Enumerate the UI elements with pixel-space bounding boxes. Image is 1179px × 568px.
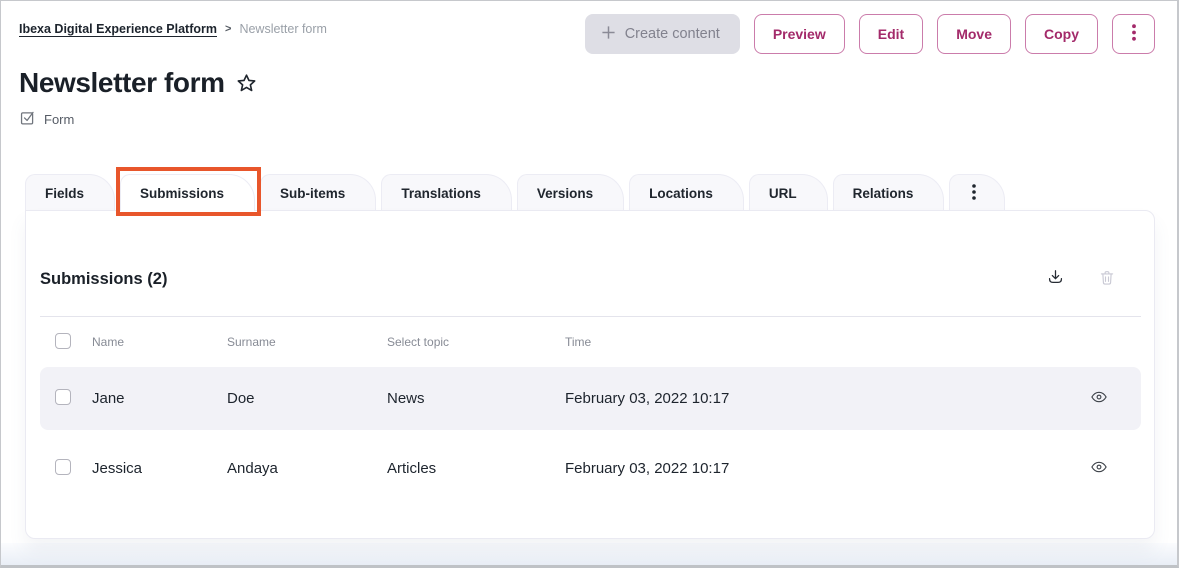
table-header-row: Name Surname Select topic Time <box>40 317 1141 367</box>
action-buttons: Create content Preview Edit Move Copy <box>585 14 1155 54</box>
view-submission-button[interactable] <box>1057 458 1141 480</box>
eye-icon <box>1090 388 1108 410</box>
tab-submissions[interactable]: Submissions <box>120 174 255 211</box>
panel-title: Submissions (2) <box>40 270 167 289</box>
cell-topic: Articles <box>387 460 565 477</box>
row-check-cell <box>40 459 92 479</box>
more-actions-button[interactable] <box>1112 14 1155 54</box>
panel-toolbar <box>1046 268 1116 290</box>
tab-submissions-label: Submissions <box>140 186 224 201</box>
select-all-cell <box>40 333 92 352</box>
submissions-table: Name Surname Select topic Time Jane Doe … <box>40 316 1141 500</box>
cell-topic: News <box>387 390 565 407</box>
create-content-button[interactable]: Create content <box>585 14 740 54</box>
row-checkbox[interactable] <box>55 389 71 405</box>
row-check-cell <box>40 389 92 409</box>
cell-time: February 03, 2022 10:17 <box>565 390 1057 407</box>
column-header-surname: Surname <box>227 335 387 349</box>
column-header-time: Time <box>565 335 1057 349</box>
cell-time: February 03, 2022 10:17 <box>565 460 1057 477</box>
plus-icon <box>601 25 616 44</box>
tab-fields[interactable]: Fields <box>25 174 115 211</box>
form-type-icon <box>19 109 36 129</box>
breadcrumb-current: Newsletter form <box>239 22 327 36</box>
tab-more[interactable] <box>949 174 1005 211</box>
row-checkbox[interactable] <box>55 459 71 475</box>
table-row[interactable]: Jessica Andaya Articles February 03, 202… <box>40 437 1141 500</box>
tab-translations[interactable]: Translations <box>381 174 512 211</box>
page-title: Newsletter form <box>19 67 225 99</box>
move-button[interactable]: Move <box>937 14 1011 54</box>
breadcrumb-root-link[interactable]: Ibexa Digital Experience Platform <box>19 22 217 36</box>
create-content-label: Create content <box>625 26 720 42</box>
column-header-name: Name <box>92 335 227 349</box>
breadcrumb-separator: > <box>225 23 231 35</box>
cell-name: Jessica <box>92 460 227 477</box>
cell-surname: Doe <box>227 390 387 407</box>
tab-view: Fields Submissions Sub-items Translation… <box>1 174 1177 539</box>
content-type-label: Form <box>44 112 74 127</box>
panel-header: Submissions (2) <box>26 211 1154 290</box>
tab-bar: Fields Submissions Sub-items Translation… <box>25 174 1155 211</box>
submissions-panel: Submissions (2) <box>25 210 1155 539</box>
trash-icon <box>1098 269 1116 290</box>
column-header-topic: Select topic <box>387 335 565 349</box>
app-window: Ibexa Digital Experience Platform > News… <box>0 0 1179 568</box>
bookmark-star-icon[interactable] <box>235 72 258 95</box>
preview-button[interactable]: Preview <box>754 14 845 54</box>
vertical-dots-icon <box>1132 24 1136 44</box>
delete-submissions-button[interactable] <box>1098 269 1116 290</box>
title-row: Newsletter form <box>19 67 1177 99</box>
eye-icon <box>1090 458 1108 480</box>
edit-button[interactable]: Edit <box>859 14 923 54</box>
select-all-checkbox[interactable] <box>55 333 71 349</box>
cell-surname: Andaya <box>227 460 387 477</box>
breadcrumb: Ibexa Digital Experience Platform > News… <box>19 22 327 36</box>
view-submission-button[interactable] <box>1057 388 1141 410</box>
content-type-row: Form <box>19 109 1177 129</box>
tab-versions[interactable]: Versions <box>517 174 624 211</box>
download-icon <box>1046 268 1065 290</box>
page-background-strip <box>1 543 1177 565</box>
tab-relations[interactable]: Relations <box>833 174 945 211</box>
copy-button[interactable]: Copy <box>1025 14 1098 54</box>
tab-url[interactable]: URL <box>749 174 828 211</box>
cell-name: Jane <box>92 390 227 407</box>
vertical-dots-icon <box>972 184 976 203</box>
tab-sub-items[interactable]: Sub-items <box>260 174 376 211</box>
download-submissions-button[interactable] <box>1046 268 1065 290</box>
top-bar: Ibexa Digital Experience Platform > News… <box>1 1 1177 54</box>
tab-locations[interactable]: Locations <box>629 174 744 211</box>
table-row[interactable]: Jane Doe News February 03, 2022 10:17 <box>40 367 1141 430</box>
